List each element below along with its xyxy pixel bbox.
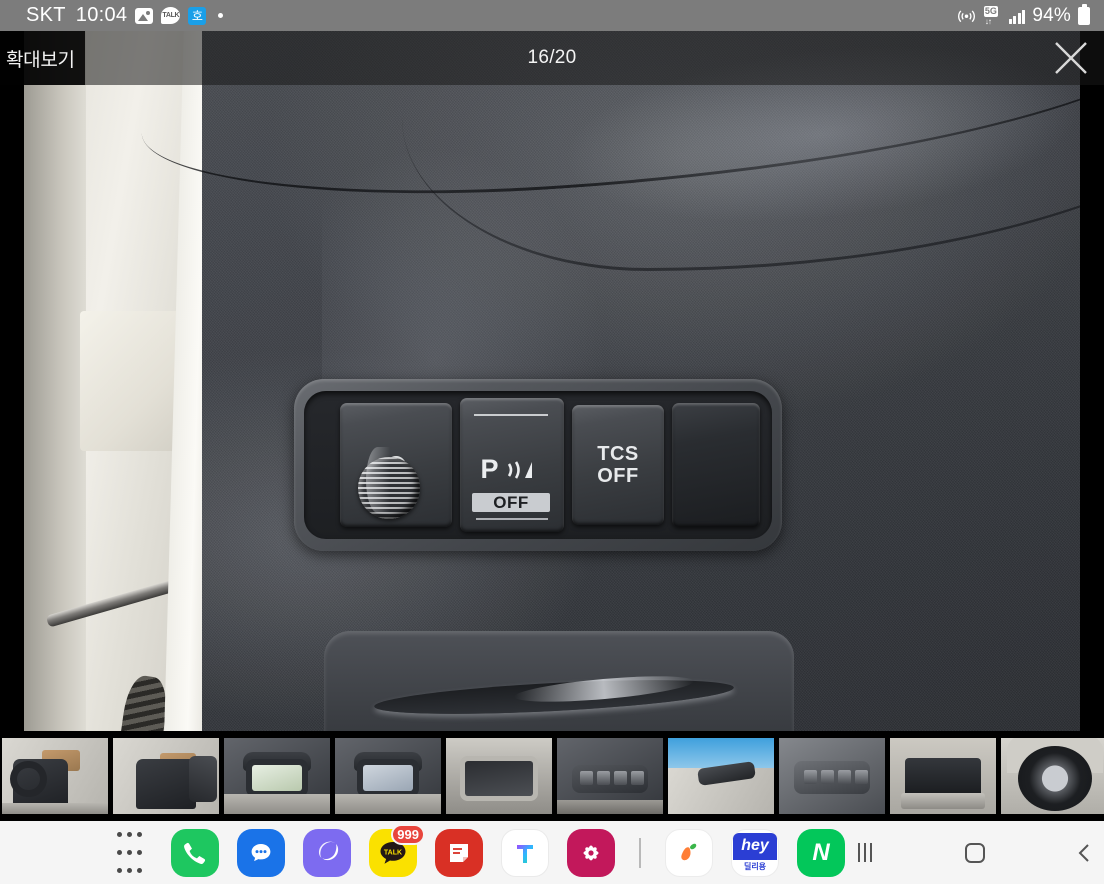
thumbnail-rearview-mirror[interactable] — [668, 738, 774, 814]
app-phone[interactable] — [171, 828, 219, 877]
photo-image[interactable]: P OFF TCS OFF — [24, 31, 1080, 731]
battery-icon — [1078, 3, 1090, 25]
hey-sub-label: 딜리용 — [743, 861, 767, 871]
recents-button[interactable] — [845, 833, 885, 873]
status-bar: SKT 10:04 TALK 호 5G ↓↑ 94% — [0, 0, 1104, 31]
dimmer-knob-highlight — [366, 447, 390, 513]
parking-top-line — [474, 414, 548, 416]
parking-sensor-switch[interactable]: P OFF — [460, 398, 564, 532]
data-arrows-icon: ↓↑ — [984, 17, 992, 26]
thumbnail-front-seat-interior[interactable] — [2, 738, 108, 814]
status-bar-right: 5G ↓↑ 94% — [957, 3, 1090, 27]
tmap-icon — [501, 828, 549, 877]
navigation-bar — [845, 833, 1104, 873]
app-tmap[interactable] — [501, 828, 549, 877]
battery-percent-label: 94% — [1032, 4, 1071, 26]
hotspot-icon — [957, 6, 976, 25]
thumbnail-sunroof-ceiling[interactable] — [446, 738, 552, 814]
app-memo[interactable] — [435, 828, 483, 877]
parking-off-label: OFF — [472, 493, 550, 512]
note-icon — [435, 828, 483, 877]
app-karrot-market[interactable] — [665, 828, 713, 877]
thumbnail-window-control-panel[interactable] — [779, 738, 885, 814]
app-messages[interactable] — [237, 828, 285, 877]
carrier-label: SKT — [26, 4, 66, 26]
5g-icon: 5G ↓↑ — [983, 6, 1002, 26]
recents-icon — [858, 843, 872, 862]
app-samsung-internet[interactable] — [303, 828, 351, 877]
back-button[interactable] — [1065, 833, 1104, 873]
kakaotalk-icon: TALK — [161, 7, 181, 24]
signal-bars-icon — [1008, 8, 1026, 24]
blank-switch[interactable] — [672, 403, 760, 527]
storage-tray — [324, 631, 794, 731]
close-icon — [1055, 42, 1087, 74]
dock-app-list: TALK 999 hey 딜리용 N — [0, 823, 845, 877]
thumbnail-navigation-screen-map[interactable] — [224, 738, 330, 814]
thumbnail-navigation-screen-blank[interactable] — [335, 738, 441, 814]
parking-sensor-icon: P — [480, 455, 543, 483]
dimmer-knob[interactable] — [358, 447, 420, 519]
phone-screen: SKT 10:04 TALK 호 5G ↓↑ 94% P OFF TCS OFF… — [0, 0, 1104, 884]
svg-text:TALK: TALK — [384, 849, 402, 856]
coiled-cable — [115, 673, 171, 731]
network-type-label: 5G — [983, 6, 998, 17]
app-flower[interactable] — [567, 828, 615, 877]
switch-bezel-inner: P OFF TCS OFF — [304, 391, 772, 539]
parking-bottom-line — [476, 518, 548, 520]
photo-counter: 16/20 — [527, 47, 577, 68]
hey-icon: hey 딜리용 — [731, 828, 779, 877]
naver-icon: N — [797, 828, 845, 877]
korean-app-icon: 호 — [188, 6, 207, 25]
back-icon — [1078, 843, 1089, 862]
thumbnail-strip[interactable] — [0, 731, 1104, 821]
flower-icon — [567, 828, 615, 877]
bottom-dock: TALK 999 hey 딜리용 N — [0, 821, 1104, 884]
app-kakaotalk[interactable]: TALK 999 — [369, 823, 425, 877]
close-button[interactable] — [1046, 33, 1096, 83]
status-bar-left: SKT 10:04 TALK 호 — [26, 4, 957, 27]
switch-bezel: P OFF TCS OFF — [294, 379, 782, 551]
thumbnail-rear-seat-interior[interactable] — [113, 738, 219, 814]
home-button[interactable] — [955, 833, 995, 873]
photo-viewer[interactable]: P OFF TCS OFF — [0, 31, 1104, 731]
phone-icon — [171, 828, 219, 877]
hey-label: hey — [733, 832, 777, 860]
app-drawer-button[interactable] — [105, 829, 153, 877]
thumbnail-wheel-tire[interactable] — [1001, 738, 1104, 814]
tcs-label-line2: OFF — [597, 465, 639, 487]
home-icon — [965, 842, 985, 863]
thumbnail-trunk-cargo-area[interactable] — [890, 738, 996, 814]
carrot-icon — [665, 828, 713, 877]
door-frame-shadow — [24, 31, 86, 731]
grid-icon — [105, 829, 153, 877]
thumbnail-door-switch-panel[interactable] — [557, 738, 663, 814]
more-dot-icon — [218, 13, 224, 18]
viewer-header: 확대보기 16/20 — [0, 31, 1104, 85]
app-naver[interactable]: N — [797, 828, 845, 877]
dock-divider — [639, 837, 641, 868]
message-icon — [237, 828, 285, 877]
tcs-label-line1: TCS — [597, 443, 639, 465]
instrument-dimmer-switch[interactable] — [340, 403, 452, 527]
browser-icon — [303, 828, 351, 877]
app-hey-dilliyong[interactable]: hey 딜리용 — [731, 828, 779, 877]
traction-control-switch[interactable]: TCS OFF — [572, 405, 664, 525]
clock-label: 10:04 — [75, 4, 128, 26]
gallery-icon — [135, 7, 154, 24]
kakaotalk-badge: 999 — [391, 823, 425, 845]
